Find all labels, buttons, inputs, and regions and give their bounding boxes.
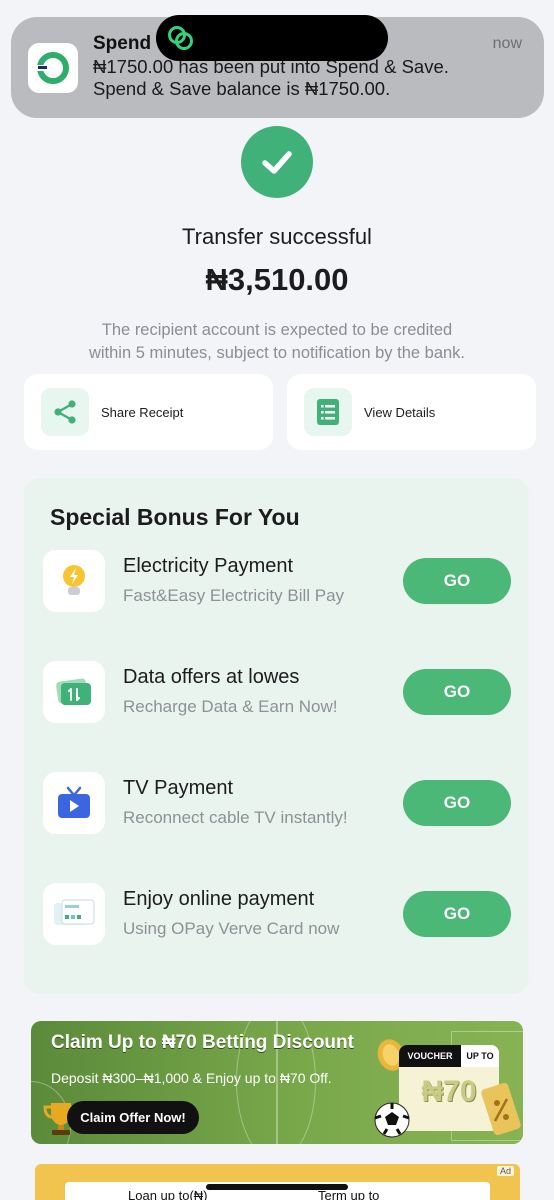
- bonus-item-subtitle: Fast&Easy Electricity Bill Pay: [123, 586, 345, 605]
- voucher-header: VOUCHER UP TO: [399, 1045, 499, 1067]
- notification-body: ₦1750.00 has been put into Spend & Save.…: [93, 56, 513, 100]
- bonus-item-subtitle: Using OPay Verve Card now: [123, 919, 340, 938]
- notification-line-2: Spend & Save balance is ₦1750.00.: [93, 78, 391, 99]
- go-button[interactable]: GO: [403, 891, 511, 937]
- go-button[interactable]: GO: [403, 558, 511, 604]
- spend-app-icon: [28, 43, 78, 93]
- bonus-item-subtitle: Recharge Data & Earn Now!: [123, 697, 338, 716]
- view-details-button[interactable]: View Details: [287, 374, 536, 450]
- percent-ticket-icon: [481, 1082, 521, 1136]
- data-card-icon: [43, 661, 105, 723]
- home-indicator[interactable]: [206, 1184, 348, 1190]
- notification-time: now: [492, 35, 522, 52]
- promo-title: Claim Up to ₦70 Betting Discount: [51, 1032, 354, 1053]
- bonus-item-title: Electricity Payment: [123, 555, 294, 577]
- loan-ad-banner[interactable]: Ad Loan up to(₦) Term up to: [35, 1164, 520, 1200]
- list-icon: [304, 388, 352, 436]
- voucher-upto: UP TO: [461, 1045, 499, 1067]
- dynamic-island: [156, 15, 388, 61]
- go-button[interactable]: GO: [403, 780, 511, 826]
- bonus-item-title: Data offers at lowes: [123, 666, 300, 688]
- claim-offer-button[interactable]: Claim Offer Now!: [67, 1101, 199, 1134]
- promo-subtitle: Deposit ₦300–₦1,000 & Enjoy up to ₦70 Of…: [51, 1070, 332, 1086]
- transfer-amount: ₦3,510.00: [205, 262, 349, 297]
- bonus-item-data[interactable]: Data offers at lowes Recharge Data & Ear…: [24, 661, 529, 725]
- ad-tag: Ad: [496, 1166, 514, 1176]
- go-button[interactable]: GO: [403, 669, 511, 715]
- share-icon: [41, 388, 89, 436]
- tv-icon: [43, 772, 105, 834]
- betting-promo-banner[interactable]: Claim Up to ₦70 Betting Discount Deposit…: [31, 1021, 523, 1144]
- bonus-item-electricity[interactable]: Electricity Payment Fast&Easy Electricit…: [24, 550, 529, 614]
- loan-amount-label: Loan up to(₦): [128, 1188, 208, 1200]
- transfer-note-line-2: within 5 minutes, subject to notificatio…: [88, 344, 466, 362]
- voucher-label: VOUCHER: [399, 1045, 461, 1067]
- bonus-item-online-payment[interactable]: Enjoy online payment Using OPay Verve Ca…: [24, 883, 529, 947]
- bonus-title: Special Bonus For You: [50, 504, 300, 530]
- view-details-label: View Details: [364, 404, 436, 420]
- lightbulb-icon: [43, 550, 105, 612]
- card-icon: [43, 883, 105, 945]
- share-receipt-button[interactable]: Share Receipt: [24, 374, 273, 450]
- success-check-icon: [241, 126, 313, 198]
- bonus-item-subtitle: Reconnect cable TV instantly!: [123, 808, 348, 827]
- notification-title: Spend: [93, 33, 152, 54]
- special-bonus-panel: Special Bonus For You Electricity Paymen…: [24, 478, 529, 994]
- bonus-item-title: Enjoy online payment: [123, 888, 315, 910]
- link-rings-icon: [168, 26, 193, 50]
- bonus-item-title: TV Payment: [123, 777, 234, 799]
- soccer-ball-icon: [374, 1102, 410, 1138]
- transfer-status: Transfer successful: [182, 224, 372, 249]
- transfer-note-line-1: The recipient account is expected to be …: [101, 321, 453, 339]
- share-receipt-label: Share Receipt: [101, 404, 184, 420]
- transfer-note: The recipient account is expected to be …: [55, 319, 499, 365]
- bonus-item-tv[interactable]: TV Payment Reconnect cable TV instantly!…: [24, 772, 529, 836]
